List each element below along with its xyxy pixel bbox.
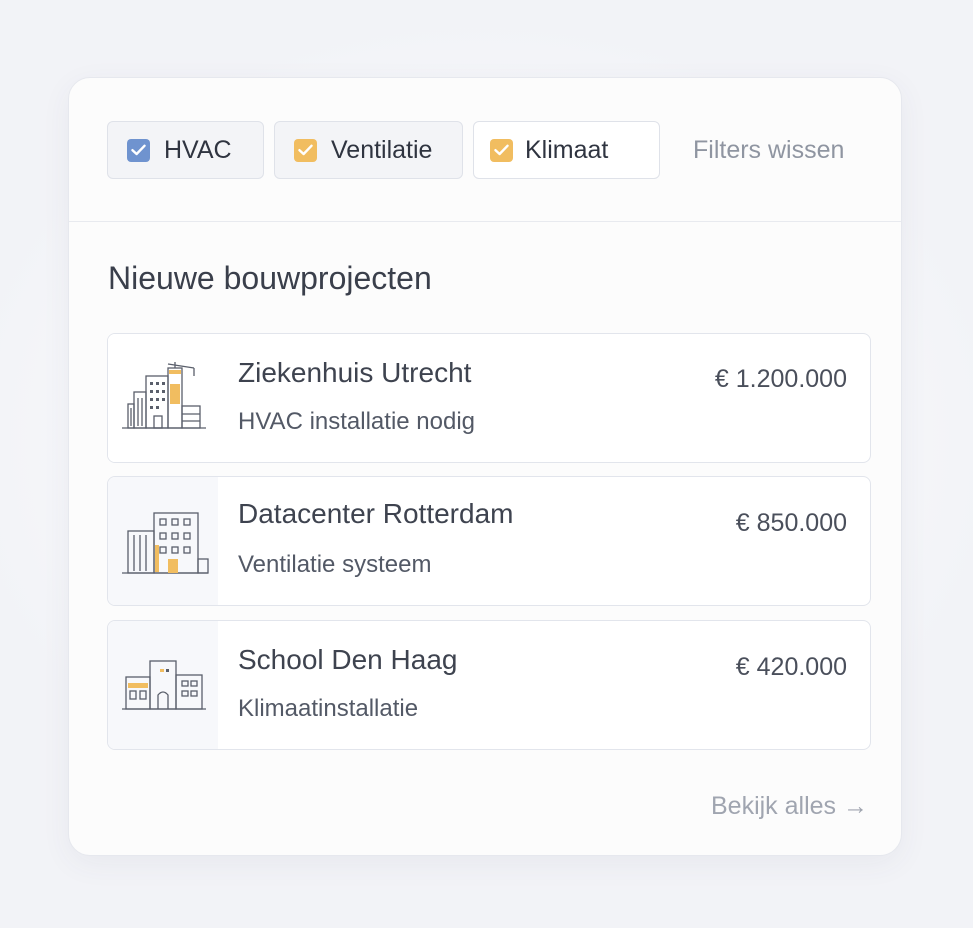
- project-row[interactable]: Ziekenhuis Utrecht HVAC installatie nodi…: [107, 333, 871, 463]
- filter-chip-ventilatie[interactable]: Ventilatie: [274, 121, 463, 179]
- project-price: € 1.200.000: [714, 365, 847, 393]
- project-row[interactable]: School Den Haag Klimaatinstallatie € 420…: [107, 620, 871, 750]
- project-thumbnail: [108, 334, 218, 462]
- view-all-link[interactable]: Bekijk alles →: [711, 791, 868, 821]
- hospital-building-icon: [122, 362, 206, 429]
- filter-chip-label: HVAC: [164, 135, 232, 164]
- project-thumbnail: [108, 621, 218, 749]
- project-thumbnail: [108, 477, 218, 605]
- project-name: Ziekenhuis Utrecht: [238, 357, 472, 388]
- clear-filters-link[interactable]: Filters wissen: [693, 136, 844, 164]
- filter-chip-hvac[interactable]: HVAC: [107, 121, 264, 179]
- project-price: € 850.000: [735, 509, 847, 537]
- checkbox-checked-icon[interactable]: [294, 138, 317, 162]
- datacenter-building-icon: [122, 512, 209, 574]
- project-name: School Den Haag: [238, 644, 458, 675]
- checkbox-checked-icon[interactable]: [127, 138, 150, 162]
- filter-bar: HVAC Ventilatie Klimaat Filters wissen: [69, 78, 901, 222]
- checkbox-checked-icon[interactable]: [490, 138, 513, 162]
- filter-chip-klimaat[interactable]: Klimaat: [473, 121, 660, 179]
- project-name: Datacenter Rotterdam: [238, 498, 514, 529]
- projects-card: HVAC Ventilatie Klimaat Filters wissen N…: [68, 77, 902, 856]
- project-subtitle: HVAC installatie nodig: [238, 408, 476, 435]
- filter-chip-label: Klimaat: [525, 135, 609, 164]
- filter-chip-label: Ventilatie: [331, 135, 433, 164]
- project-subtitle: Ventilatie systeem: [238, 551, 432, 578]
- project-price: € 420.000: [735, 653, 847, 681]
- section-title: Nieuwe bouwprojecten: [108, 260, 432, 296]
- project-subtitle: Klimaatinstallatie: [238, 695, 419, 722]
- school-building-icon: [122, 660, 206, 710]
- project-row[interactable]: Datacenter Rotterdam Ventilatie systeem …: [107, 476, 871, 606]
